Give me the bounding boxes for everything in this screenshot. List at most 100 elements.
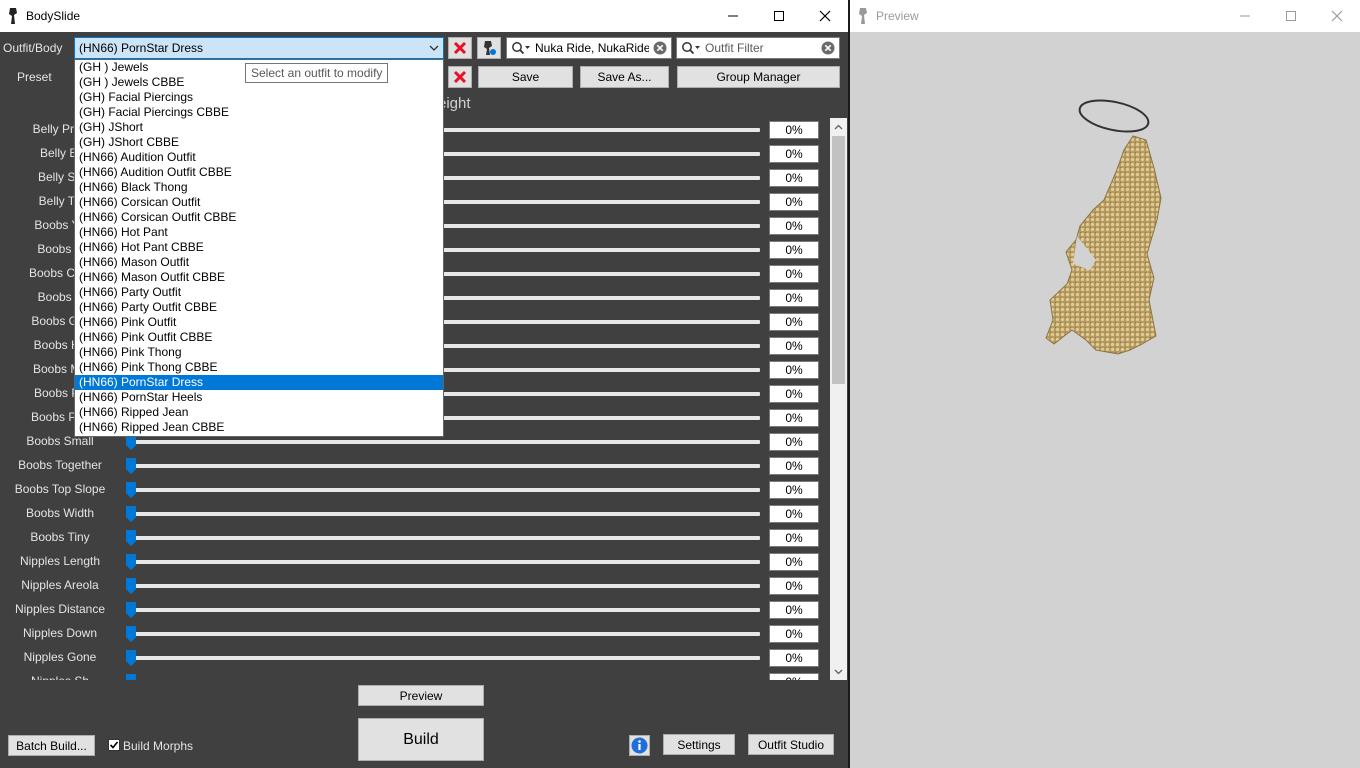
dropdown-option[interactable]: (HN66) Mason Outfit CBBE: [75, 270, 443, 285]
slider-thumb[interactable]: [126, 578, 136, 594]
slider-track[interactable]: [130, 512, 760, 516]
scroll-down-icon[interactable]: [830, 663, 847, 680]
slider-track[interactable]: [130, 656, 760, 660]
slider-scrollbar[interactable]: [830, 118, 847, 680]
outfit-filter-input[interactable]: Outfit Filter: [705, 41, 817, 55]
slider-value-field[interactable]: 0%: [769, 625, 819, 643]
slider-row[interactable]: Boobs Top Slope 0%: [0, 478, 830, 502]
slider-value-field[interactable]: 0%: [769, 313, 819, 331]
slider-row[interactable]: Boobs Together 0%: [0, 454, 830, 478]
save-as-button[interactable]: Save As...: [580, 66, 669, 88]
slider-thumb[interactable]: [126, 482, 136, 498]
slider-thumb[interactable]: [126, 650, 136, 666]
slider-value-field[interactable]: 0%: [769, 361, 819, 379]
slider-value-field[interactable]: 0%: [769, 337, 819, 355]
build-morphs-checkbox[interactable]: [108, 739, 120, 751]
outfit-search-value[interactable]: Nuka Ride, NukaRide: [535, 41, 649, 55]
slider-row[interactable]: Nipples Gone 0%: [0, 646, 830, 670]
preview-close-icon[interactable]: [1314, 0, 1360, 32]
slider-row[interactable]: Boobs Tiny 0%: [0, 526, 830, 550]
about-button[interactable]: [629, 735, 650, 756]
slider-value-field[interactable]: 0%: [769, 241, 819, 259]
slider-value-field[interactable]: 0%: [769, 649, 819, 667]
slider-value-field[interactable]: 0%: [769, 217, 819, 235]
clear-filter-icon[interactable]: [817, 41, 839, 55]
dropdown-option[interactable]: (GH) Facial Piercings CBBE: [75, 105, 443, 120]
dropdown-option[interactable]: (HN66) Audition Outfit: [75, 150, 443, 165]
build-button[interactable]: Build: [358, 718, 484, 761]
clear-outfit-button[interactable]: [448, 37, 472, 59]
slider-row[interactable]: Nipples Down 0%: [0, 622, 830, 646]
slider-thumb[interactable]: [126, 458, 136, 474]
slider-value-field[interactable]: 0%: [769, 433, 819, 451]
dropdown-option[interactable]: (HN66) Hot Pant: [75, 225, 443, 240]
maximize-icon[interactable]: [756, 0, 802, 32]
slider-value-field[interactable]: 0%: [769, 601, 819, 619]
slider-row[interactable]: Nipples Areola 0%: [0, 574, 830, 598]
slider-value-field[interactable]: 0%: [769, 169, 819, 187]
slider-value-field[interactable]: 0%: [769, 577, 819, 595]
slider-value-field[interactable]: 0%: [769, 145, 819, 163]
dropdown-option[interactable]: (HN66) Mason Outfit: [75, 255, 443, 270]
dropdown-option[interactable]: (HN66) Pink Thong CBBE: [75, 360, 443, 375]
scrollbar-thumb[interactable]: [832, 136, 845, 384]
slider-value-field[interactable]: 0%: [769, 409, 819, 427]
dropdown-option[interactable]: (HN66) Pink Thong: [75, 345, 443, 360]
group-manager-button[interactable]: Group Manager: [677, 66, 840, 88]
slider-track[interactable]: [130, 464, 760, 468]
preview-titlebar[interactable]: Preview: [850, 0, 1360, 32]
clear-preset-button[interactable]: [448, 66, 472, 88]
dropdown-option[interactable]: (HN66) Pink Outfit: [75, 315, 443, 330]
filter-search-icon[interactable]: [677, 41, 705, 55]
slider-row[interactable]: Boobs Width 0%: [0, 502, 830, 526]
dropdown-option[interactable]: (HN66) Party Outfit CBBE: [75, 300, 443, 315]
slider-value-field[interactable]: 0%: [769, 457, 819, 475]
slider-row[interactable]: Nipples Sh 0%: [0, 670, 830, 680]
outfit-dropdown-list[interactable]: (GH ) Jewels (GH ) Jewels CBBE (GH) Facial…: [74, 59, 444, 437]
dropdown-option[interactable]: (GH) Facial Piercings: [75, 90, 443, 105]
slider-thumb[interactable]: [126, 626, 136, 642]
dropdown-option[interactable]: (GH) JShort: [75, 120, 443, 135]
dropdown-option[interactable]: (HN66) Ripped Jean CBBE: [75, 420, 443, 435]
slider-track[interactable]: [130, 536, 760, 540]
dropdown-option[interactable]: (HN66) Ripped Jean: [75, 405, 443, 420]
dropdown-option[interactable]: (HN66) PornStar Dress: [75, 375, 443, 390]
slider-thumb[interactable]: [126, 674, 136, 680]
slider-thumb[interactable]: [126, 530, 136, 546]
slider-row[interactable]: Nipples Distance 0%: [0, 598, 830, 622]
dropdown-option[interactable]: (HN66) PornStar Heels: [75, 390, 443, 405]
scroll-up-icon[interactable]: [830, 118, 847, 135]
preview-viewport[interactable]: [850, 32, 1360, 768]
preview-button[interactable]: Preview: [358, 685, 484, 706]
dropdown-option[interactable]: (HN66) Hot Pant CBBE: [75, 240, 443, 255]
slider-track[interactable]: [130, 560, 760, 564]
slider-value-field[interactable]: 0%: [769, 289, 819, 307]
dropdown-option[interactable]: (HN66) Corsican Outfit CBBE: [75, 210, 443, 225]
slider-track[interactable]: [130, 440, 760, 444]
slider-thumb[interactable]: [126, 602, 136, 618]
slider-value-field[interactable]: 0%: [769, 193, 819, 211]
minimize-icon[interactable]: [710, 0, 756, 32]
slider-track[interactable]: [130, 632, 760, 636]
slider-value-field[interactable]: 0%: [769, 673, 819, 680]
outfit-studio-button[interactable]: Outfit Studio: [748, 734, 834, 755]
slider-value-field[interactable]: 0%: [769, 481, 819, 499]
slider-thumb[interactable]: [126, 554, 136, 570]
save-button[interactable]: Save: [478, 66, 573, 88]
slider-thumb[interactable]: [126, 506, 136, 522]
slider-track[interactable]: [130, 584, 760, 588]
group-filter-button[interactable]: [477, 37, 501, 59]
search-icon[interactable]: [507, 41, 535, 55]
slider-value-field[interactable]: 0%: [769, 505, 819, 523]
slider-value-field[interactable]: 0%: [769, 529, 819, 547]
slider-value-field[interactable]: 0%: [769, 121, 819, 139]
dropdown-option[interactable]: (HN66) Black Thong: [75, 180, 443, 195]
slider-track[interactable]: [130, 488, 760, 492]
dropdown-option[interactable]: (HN66) Audition Outfit CBBE: [75, 165, 443, 180]
slider-track[interactable]: [130, 608, 760, 612]
dropdown-option[interactable]: (HN66) Party Outfit: [75, 285, 443, 300]
outfit-filter-box[interactable]: Outfit Filter: [676, 37, 840, 59]
preview-maximize-icon[interactable]: [1268, 0, 1314, 32]
outfit-body-combobox[interactable]: (HN66) PornStar Dress: [74, 37, 444, 59]
slider-row[interactable]: Nipples Length 0%: [0, 550, 830, 574]
